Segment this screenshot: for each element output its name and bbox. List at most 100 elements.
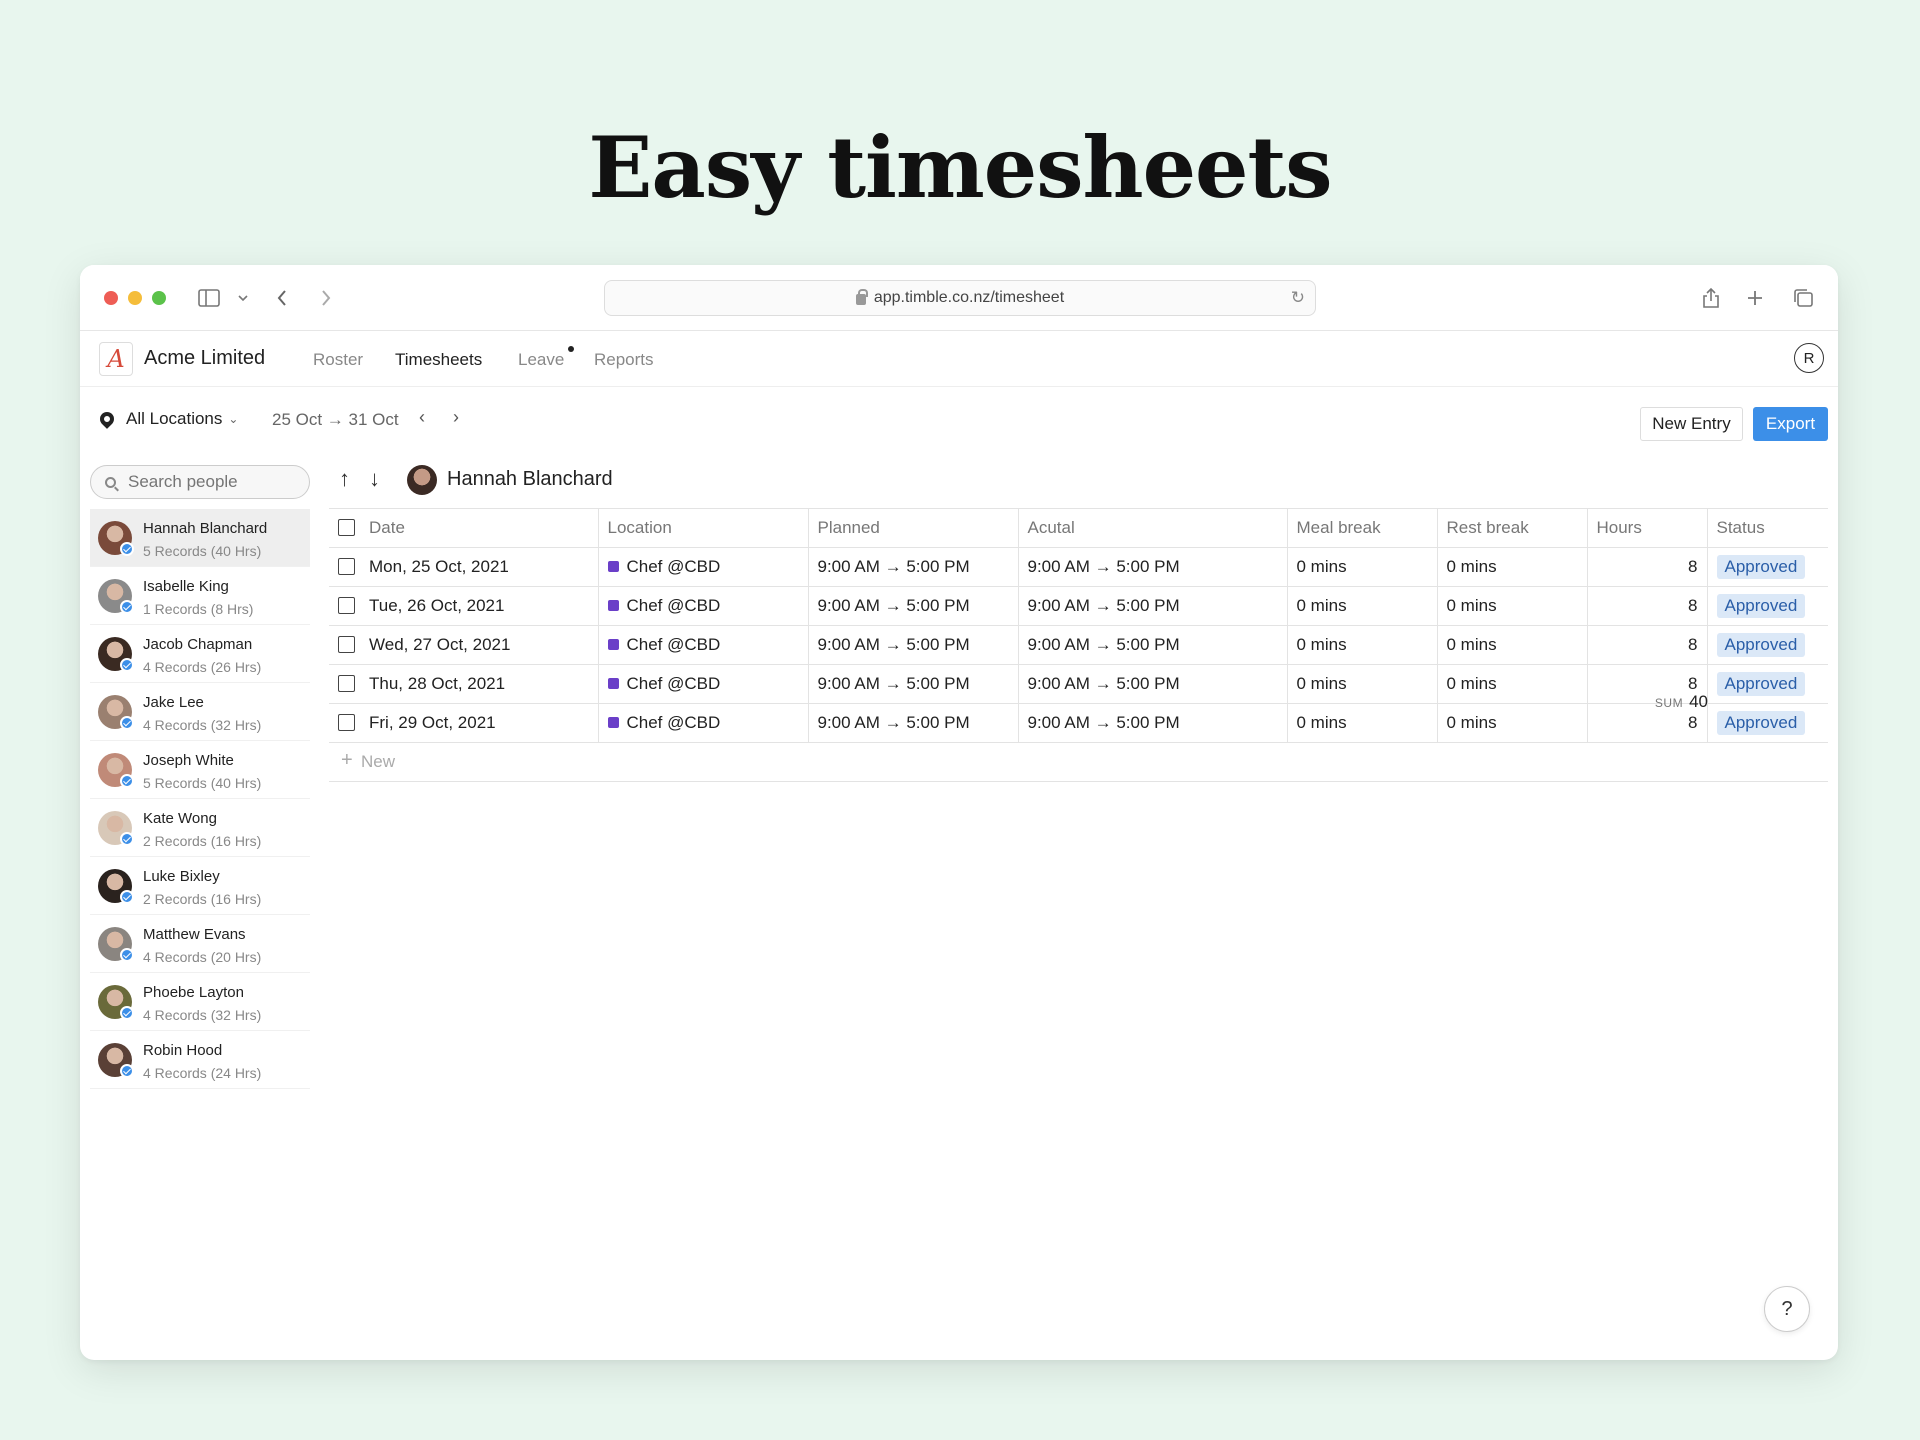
verified-check-icon — [120, 658, 134, 672]
column-location[interactable]: Location — [598, 508, 809, 548]
person-list-item[interactable]: Jacob Chapman 4 Records (26 Hrs) — [90, 625, 310, 683]
person-list-item[interactable]: Isabelle King 1 Records (8 Hrs) — [90, 567, 310, 625]
row-checkbox[interactable] — [338, 675, 355, 693]
location-selector[interactable]: All Locations ⌄ — [97, 409, 239, 429]
new-tab-icon[interactable] — [1746, 283, 1764, 313]
person-list-item[interactable]: Kate Wong 2 Records (16 Hrs) — [90, 799, 310, 857]
person-list-item[interactable]: Luke Bixley 2 Records (16 Hrs) — [90, 857, 310, 915]
cell-location: Chef @CBD — [598, 547, 809, 587]
search-input[interactable] — [128, 472, 288, 492]
date-range: 25 Oct → 31 Oct — [272, 410, 399, 429]
cell-date: Tue, 26 Oct, 2021 — [329, 586, 599, 626]
people-sidebar: Hannah Blanchard 5 Records (40 Hrs) Isabel… — [90, 465, 310, 1089]
nav-roster[interactable]: Roster — [313, 350, 363, 370]
app-nav-bar: A Acme Limited Roster Timesheets Leave R… — [80, 331, 1838, 387]
avatar — [407, 465, 437, 495]
cell-location: Chef @CBD — [598, 664, 809, 704]
person-records: 5 Records (40 Hrs) — [143, 775, 262, 791]
sidebar-toggle-icon[interactable] — [198, 283, 220, 313]
person-records: 4 Records (20 Hrs) — [143, 949, 262, 965]
arrow-up-icon[interactable]: ↑ — [339, 466, 350, 492]
user-avatar[interactable]: R — [1794, 343, 1824, 373]
person-list-item[interactable]: Hannah Blanchard 5 Records (40 Hrs) — [90, 509, 310, 567]
chevron-down-icon: ⌄ — [228, 412, 239, 426]
cell-location: Chef @CBD — [598, 625, 809, 665]
status-badge[interactable]: Approved — [1716, 633, 1806, 657]
status-badge[interactable]: Approved — [1716, 711, 1806, 735]
column-hours[interactable]: Hours — [1587, 508, 1708, 548]
nav-leave[interactable]: Leave — [518, 350, 564, 370]
column-meal-break[interactable]: Meal break — [1287, 508, 1438, 548]
cell-location: Chef @CBD — [598, 586, 809, 626]
toolbar: All Locations ⌄ 25 Oct → 31 Oct ‹ › New … — [80, 387, 1838, 452]
table-row[interactable]: Thu, 28 Oct, 2021 Chef @CBD 9:00 AM → 5:00… — [329, 664, 1828, 704]
add-new-row[interactable]: + New — [329, 743, 1828, 782]
new-entry-button[interactable]: New Entry — [1640, 407, 1743, 441]
person-name: Hannah Blanchard — [143, 520, 268, 537]
person-list-item[interactable]: Phoebe Layton 4 Records (32 Hrs) — [90, 973, 310, 1031]
maximize-window-button[interactable] — [152, 291, 166, 305]
chevron-down-icon[interactable] — [237, 283, 249, 313]
back-arrow-icon[interactable] — [276, 283, 288, 313]
export-button[interactable]: Export — [1753, 407, 1828, 441]
person-list-item[interactable]: Robin Hood 4 Records (24 Hrs) — [90, 1031, 310, 1089]
column-status[interactable]: Status — [1707, 508, 1828, 548]
table-row[interactable]: Wed, 27 Oct, 2021 Chef @CBD 9:00 AM → 5:00… — [329, 625, 1828, 665]
row-checkbox[interactable] — [338, 558, 355, 576]
cell-date: Wed, 27 Oct, 2021 — [329, 625, 599, 665]
person-name: Kate Wong — [143, 810, 217, 827]
help-button[interactable]: ? — [1764, 1286, 1810, 1332]
status-badge[interactable]: Approved — [1716, 594, 1806, 618]
sum-label: SUM — [1654, 696, 1684, 710]
status-badge[interactable]: Approved — [1716, 672, 1806, 696]
person-list-item[interactable]: Jake Lee 4 Records (32 Hrs) — [90, 683, 310, 741]
column-actual[interactable]: Acutal — [1018, 508, 1288, 548]
column-date[interactable]: Date — [329, 508, 599, 548]
cell-meal-break: 0 mins — [1287, 625, 1438, 665]
search-icon — [105, 476, 116, 488]
person-name: Joseph White — [143, 752, 234, 769]
table-row[interactable]: Mon, 25 Oct, 2021 Chef @CBD 9:00 AM → 5:00… — [329, 547, 1828, 587]
person-name: Isabelle King — [143, 578, 229, 595]
prev-week-chevron-icon[interactable]: ‹ — [419, 407, 425, 428]
cell-meal-break: 0 mins — [1287, 586, 1438, 626]
cell-rest-break: 0 mins — [1437, 547, 1588, 587]
cell-actual: 9:00 AM → 5:00 PM — [1018, 586, 1288, 626]
nav-timesheets[interactable]: Timesheets — [395, 350, 482, 370]
nav-reports[interactable]: Reports — [594, 350, 654, 370]
url-text: app.timble.co.nz/timesheet — [873, 289, 1065, 306]
person-list-item[interactable]: Matthew Evans 4 Records (20 Hrs) — [90, 915, 310, 973]
person-records: 4 Records (32 Hrs) — [143, 1007, 262, 1023]
person-list-item[interactable]: Joseph White 5 Records (40 Hrs) — [90, 741, 310, 799]
people-list: Hannah Blanchard 5 Records (40 Hrs) Isabel… — [90, 509, 310, 1089]
select-all-checkbox[interactable] — [338, 519, 355, 537]
verified-check-icon — [120, 1064, 134, 1078]
status-badge[interactable]: Approved — [1716, 555, 1806, 579]
cell-planned: 9:00 AM → 5:00 PM — [808, 547, 1019, 587]
minimize-window-button[interactable] — [128, 291, 142, 305]
verified-check-icon — [120, 774, 134, 788]
table-row[interactable]: Fri, 29 Oct, 2021 Chef @CBD 9:00 AM → 5:00… — [329, 703, 1828, 743]
map-pin-icon — [97, 409, 117, 429]
arrow-down-icon[interactable]: ↓ — [369, 466, 380, 492]
column-rest-break[interactable]: Rest break — [1437, 508, 1588, 548]
person-name: Matthew Evans — [143, 926, 246, 943]
reload-icon[interactable]: ↻ — [1291, 288, 1305, 308]
row-checkbox[interactable] — [338, 597, 355, 615]
url-bar[interactable]: app.timble.co.nz/timesheet ↻ — [604, 280, 1316, 316]
search-box[interactable] — [90, 465, 310, 499]
person-name: Jake Lee — [143, 694, 204, 711]
cell-rest-break: 0 mins — [1437, 703, 1588, 743]
row-checkbox[interactable] — [338, 636, 355, 654]
forward-arrow-icon[interactable] — [320, 283, 332, 313]
cell-status: Approved — [1707, 586, 1828, 626]
lock-icon — [855, 288, 868, 305]
share-icon[interactable] — [1702, 283, 1720, 313]
column-planned[interactable]: Planned — [808, 508, 1019, 548]
table-row[interactable]: Tue, 26 Oct, 2021 Chef @CBD 9:00 AM → 5:00… — [329, 586, 1828, 626]
cell-date: Fri, 29 Oct, 2021 — [329, 703, 599, 743]
row-checkbox[interactable] — [338, 714, 355, 732]
next-week-chevron-icon[interactable]: › — [453, 407, 459, 428]
close-window-button[interactable] — [104, 291, 118, 305]
tab-overview-icon[interactable] — [1792, 283, 1814, 313]
